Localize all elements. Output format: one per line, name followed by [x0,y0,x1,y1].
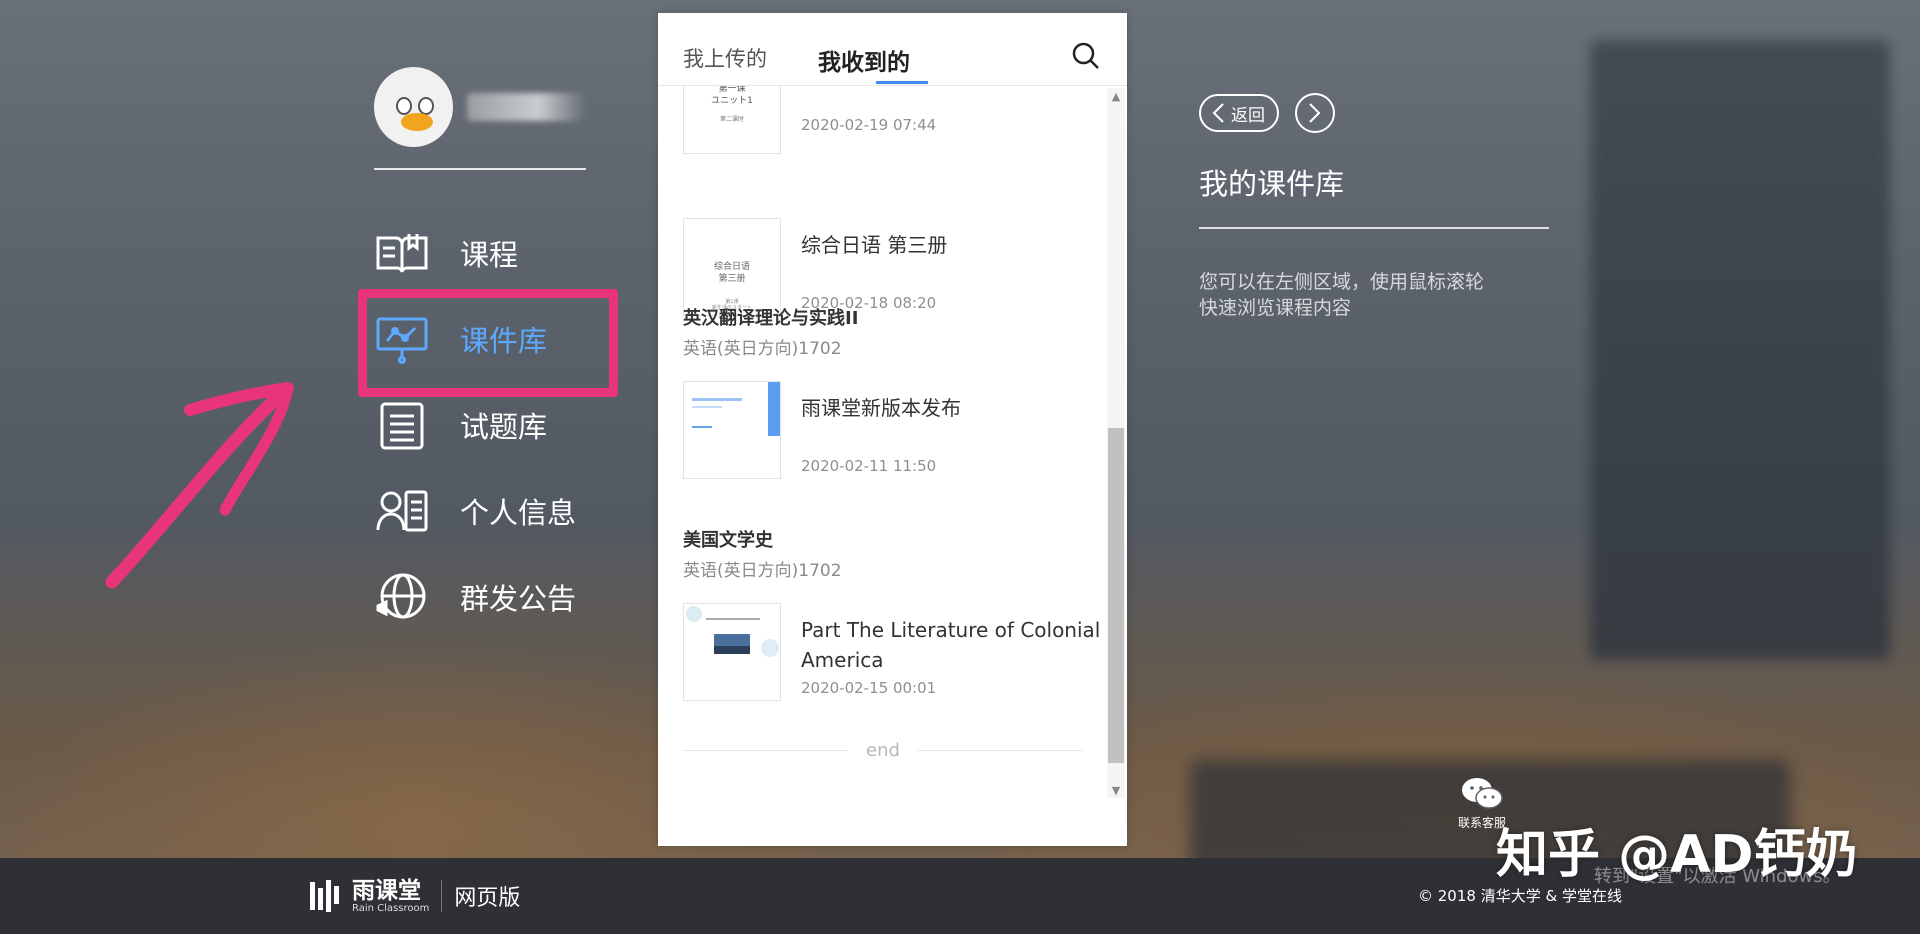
brand-name-en: Rain Classroom [352,902,430,914]
brand-text: 雨课堂 Rain Classroom [352,879,429,914]
nav-label: 课程 [460,238,519,272]
chevron-right-icon [1309,103,1321,123]
course-group-title: 英汉翻译理论与实践II [683,308,859,329]
svg-text:综合日语: 综合日语 [714,260,750,272]
courseware-list[interactable]: 第一课 ユニット1 第二课时 2020-02-19 07:44 综合日语 第三册… [658,86,1107,802]
scrollbar-thumb[interactable] [1108,428,1124,763]
back-button[interactable]: 返回 [1199,94,1279,132]
scroll-up-icon[interactable]: ▲ [1107,88,1125,104]
title-divider [1199,227,1549,229]
svg-text:第一课: 第一课 [718,86,745,94]
annotation-arrow-icon [105,382,294,589]
username-blurred [467,93,586,121]
book-icon [374,228,430,278]
web-version-label: 网页版 [454,886,521,911]
item-date: 2020-02-19 07:44 [801,116,937,134]
active-tab-underline [876,81,928,84]
tab-uploaded[interactable]: 我上传的 [683,43,767,73]
svg-text:第三册: 第三册 [718,272,745,284]
courseware-panel: 我上传的 我收到的 第一课 ユニット1 第二课时 2020-02-19 07:4… [658,13,1127,846]
tab-received[interactable]: 我收到的 [818,43,910,77]
panel-tabs: 我上传的 我收到的 [658,13,1127,86]
courseware-thumbnail [683,603,781,701]
courseware-thumbnail: 综合日语 第三册 第1课 新生活のスタート [683,218,781,316]
wechat-icon [1462,778,1503,809]
hint-line-1: 您可以在左侧区域，使用鼠标滚轮 [1199,271,1485,293]
end-line-left [683,750,849,751]
scroll-down-icon[interactable]: ▼ [1107,782,1125,798]
brand-name: 雨课堂 [352,877,421,904]
nav-label: 群发公告 [460,582,577,616]
nav-menu: 课程 课件库 试题库 个人信息 群发公告 [374,210,586,640]
back-label: 返回 [1231,105,1265,126]
history-nav: 返回 [1199,93,1549,133]
avatar-eye [396,97,412,115]
right-info-panel: 返回 我的课件库 您可以在左侧区域，使用鼠标滚轮 快速浏览课程内容 [1199,93,1549,321]
item-date: 2020-02-11 11:50 [801,457,937,475]
nav-label: 个人信息 [460,496,577,530]
list-icon [374,400,430,450]
nav-item-announcement[interactable]: 群发公告 [374,554,586,640]
hint-line-2: 快速浏览课程内容 [1199,297,1352,319]
nav-item-course[interactable]: 课程 [374,210,586,296]
forward-button[interactable] [1295,93,1335,133]
item-date: 2020-02-15 00:01 [801,679,937,697]
copyright: © 2018 清华大学 & 学堂在线 [1418,887,1622,905]
person-icon [374,486,430,536]
footer-separator [441,880,443,912]
list-item[interactable]: 综合日语 第三册 第1课 新生活のスタート 综合日语 第三册 2020-02-1… [683,218,1093,318]
avatar[interactable] [374,67,454,147]
profile-divider [374,168,586,170]
list-item[interactable]: Part The Literature of Colonial America … [683,603,1100,703]
chevron-left-icon [1212,103,1224,123]
nav-item-personal-info[interactable]: 个人信息 [374,468,586,554]
rain-classroom-logo-icon [310,880,339,912]
avatar-beak [401,113,433,131]
nav-label: 试题库 [460,410,548,444]
course-group-title: 美国文学史 [683,530,773,551]
svg-text:ユニット1: ユニット1 [711,96,753,106]
profile [374,66,586,148]
list-item[interactable]: 第一课 ユニット1 第二课时 2020-02-19 07:44 [683,86,1093,156]
end-line-right [917,750,1084,751]
courseware-thumbnail [683,381,781,479]
item-title: 综合日语 第三册 [801,233,948,257]
page-hint: 您可以在左侧区域，使用鼠标滚轮 快速浏览课程内容 [1199,269,1549,321]
courseware-thumbnail: 第一课 ユニット1 第二课时 [683,86,781,154]
item-title: 雨课堂新版本发布 [801,396,961,420]
annotation-highlight-box [358,289,618,397]
item-title: Part The Literature of Colonial America [801,618,1101,672]
background-laptop-screen [1590,40,1890,660]
zhihu-watermark: 知乎 @AD钙奶 [1496,825,1858,885]
globe-megaphone-icon [374,572,430,622]
svg-text:第二课时: 第二课时 [720,115,744,123]
end-label: end [866,740,900,761]
course-group-class: 英语(英日方向)1702 [683,561,842,581]
search-icon[interactable] [1071,41,1103,73]
course-group-class: 英语(英日方向)1702 [683,339,842,359]
list-scrollbar[interactable]: ▲ ▼ [1107,88,1125,798]
footer-logo[interactable]: 雨课堂 Rain Classroom 网页版 [308,878,520,914]
list-end-marker: end [683,740,1084,761]
list-item[interactable]: 雨课堂新版本发布 2020-02-11 11:50 [683,381,1093,481]
page-title: 我的课件库 [1199,167,1345,201]
